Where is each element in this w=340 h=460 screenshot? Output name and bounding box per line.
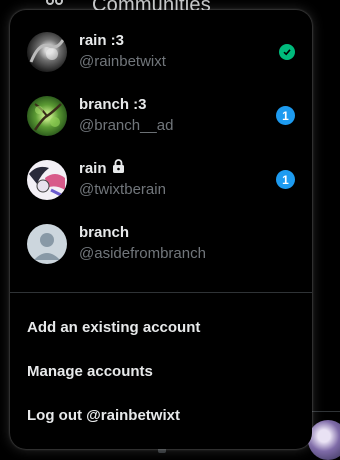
notification-badge: 1 bbox=[276, 106, 295, 125]
account-display-name: rain bbox=[79, 158, 166, 178]
background-avatar[interactable] bbox=[308, 420, 340, 460]
menu-divider bbox=[10, 292, 312, 293]
account-item-twixtberain[interactable]: rain @twixtberain 1 bbox=[10, 148, 312, 212]
display-name-text: rain bbox=[79, 159, 107, 177]
log-out-button[interactable]: Log out @rainbetwixt bbox=[27, 407, 180, 424]
account-handle: @asidefrombranch bbox=[79, 245, 206, 262]
account-names: rain @twixtberain bbox=[79, 158, 166, 198]
account-handle: @twixtberain bbox=[79, 181, 166, 198]
avatar bbox=[27, 160, 67, 200]
account-names: rain :3 @rainbetwixt bbox=[79, 30, 166, 71]
account-handle: @rainbetwixt bbox=[79, 53, 166, 70]
avatar bbox=[27, 96, 67, 136]
check-icon bbox=[279, 44, 295, 60]
account-display-name: branch bbox=[79, 223, 130, 241]
account-names: branch :3 @branch__ad bbox=[79, 94, 174, 135]
background-divider bbox=[310, 411, 340, 412]
account-item-asidefrombranch[interactable]: branch @asidefrombranch bbox=[10, 212, 312, 276]
add-existing-account-button[interactable]: Add an existing account bbox=[27, 319, 200, 336]
lock-icon bbox=[112, 158, 125, 178]
account-handle: @branch__ad bbox=[79, 117, 174, 134]
account-names: branch @asidefrombranch bbox=[79, 222, 206, 263]
avatar bbox=[27, 32, 67, 72]
default-avatar-icon bbox=[27, 224, 67, 264]
account-item-rainbetwixt[interactable]: rain :3 @rainbetwixt bbox=[10, 20, 312, 84]
account-switcher-menu: rain :3 @rainbetwixt branch :3 @branch__… bbox=[10, 10, 312, 449]
manage-accounts-button[interactable]: Manage accounts bbox=[27, 363, 153, 380]
notification-badge: 1 bbox=[276, 170, 295, 189]
account-item-branch-ad[interactable]: branch :3 @branch__ad 1 bbox=[10, 84, 312, 148]
account-display-name: branch :3 bbox=[79, 95, 147, 113]
account-display-name: rain :3 bbox=[79, 31, 125, 49]
